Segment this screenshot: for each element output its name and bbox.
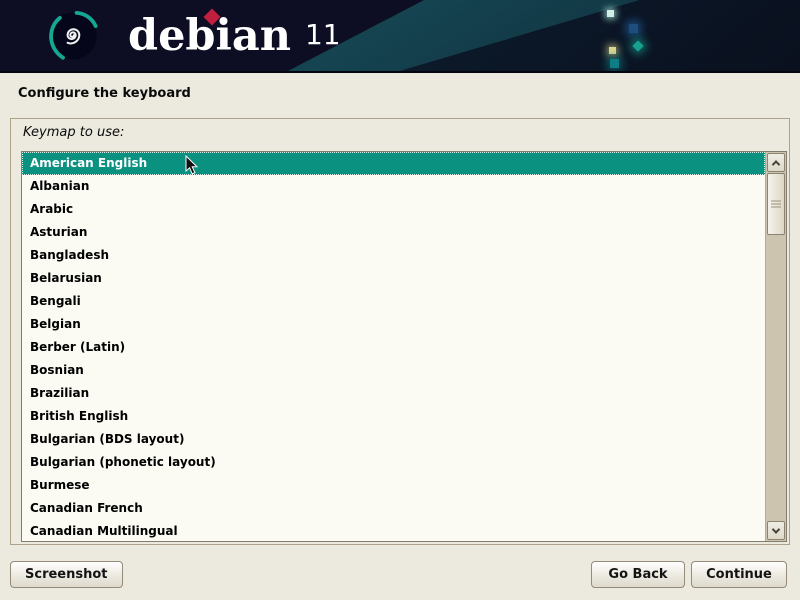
screenshot-button[interactable]: Screenshot xyxy=(10,561,123,588)
debian-swirl-icon xyxy=(44,7,102,65)
keymap-option[interactable]: Brazilian xyxy=(22,382,765,405)
banner: debian 11 xyxy=(0,0,800,73)
vertical-scrollbar[interactable] xyxy=(765,152,786,541)
keymap-option[interactable]: Bulgarian (phonetic layout) xyxy=(22,451,765,474)
keymap-option[interactable]: American English xyxy=(22,152,765,175)
keymap-frame: Keymap to use: American EnglishAlbanianA… xyxy=(10,118,790,545)
keymap-option[interactable]: Canadian Multilingual xyxy=(22,520,765,541)
keymap-option[interactable]: Belarusian xyxy=(22,267,765,290)
chevron-down-icon xyxy=(772,525,780,533)
keymap-option[interactable]: British English xyxy=(22,405,765,428)
keymap-option[interactable]: Burmese xyxy=(22,474,765,497)
continue-button[interactable]: Continue xyxy=(691,561,787,588)
keymap-option[interactable]: Albanian xyxy=(22,175,765,198)
keymap-option[interactable]: Bangladesh xyxy=(22,244,765,267)
page-title: Configure the keyboard xyxy=(18,86,191,101)
keymap-label: Keymap to use: xyxy=(23,125,124,140)
keymap-option[interactable]: Bulgarian (BDS layout) xyxy=(22,428,765,451)
decor-square xyxy=(607,10,614,17)
keymap-option[interactable]: Bosnian xyxy=(22,359,765,382)
keymap-option[interactable]: Canadian French xyxy=(22,497,765,520)
keymap-option[interactable]: Asturian xyxy=(22,221,765,244)
chevron-up-icon xyxy=(772,160,780,168)
thumb-grip-icon xyxy=(771,199,781,210)
decor-square xyxy=(629,24,638,33)
decor-square xyxy=(609,47,616,54)
brand-version: 11 xyxy=(305,0,341,71)
scroll-down-button[interactable] xyxy=(767,521,785,540)
keymap-option[interactable]: Arabic xyxy=(22,198,765,221)
brand-wordmark: debian 11 xyxy=(128,0,341,73)
keymap-option[interactable]: Bengali xyxy=(22,290,765,313)
debian-installer-window: debian 11 Configure the keyboard Keymap … xyxy=(0,0,800,600)
keymap-option[interactable]: Berber (Latin) xyxy=(22,336,765,359)
keymap-option[interactable]: Belgian xyxy=(22,313,765,336)
scroll-up-button[interactable] xyxy=(767,153,785,172)
keymap-list: American EnglishAlbanianArabicAsturianBa… xyxy=(21,151,787,542)
keymap-options: American EnglishAlbanianArabicAsturianBa… xyxy=(22,152,765,541)
go-back-button[interactable]: Go Back xyxy=(591,561,685,588)
scrollbar-thumb[interactable] xyxy=(767,173,785,235)
decor-square xyxy=(610,59,619,68)
